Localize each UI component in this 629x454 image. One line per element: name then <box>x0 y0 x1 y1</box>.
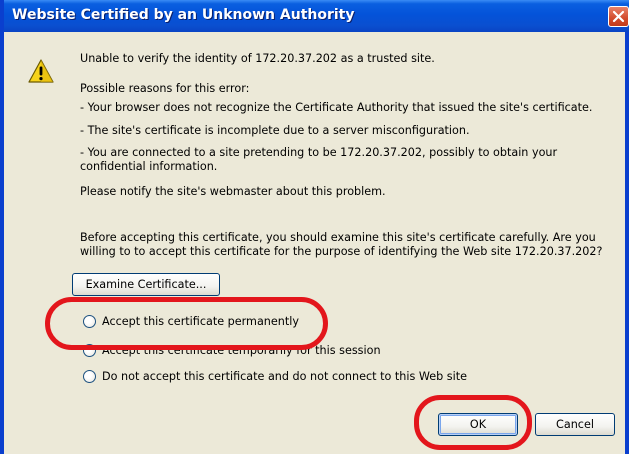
reasons-heading: Possible reasons for this error: <box>80 82 250 95</box>
option-label: Accept this certificate temporarily for … <box>102 343 381 357</box>
certificate-dialog: Website Certified by an Unknown Authorit… <box>0 0 629 454</box>
intro-text: Unable to verify the identity of 172.20.… <box>80 52 435 65</box>
warning-triangle-icon <box>28 59 54 83</box>
reason-1: - Your browser does not recognize the Ce… <box>80 101 593 114</box>
dialog-title: Website Certified by an Unknown Authorit… <box>12 7 355 23</box>
option-accept-permanently[interactable]: Accept this certificate permanently <box>83 313 299 329</box>
close-button[interactable] <box>608 6 629 27</box>
examine-certificate-button[interactable]: Examine Certificate... <box>72 273 220 296</box>
cancel-button[interactable]: Cancel <box>535 413 615 436</box>
radio-button[interactable] <box>83 369 96 383</box>
question-line-2: willing to to accept this certificate fo… <box>80 245 603 258</box>
reason-3-line-1: - You are connected to a site pretending… <box>80 146 558 159</box>
title-bar[interactable]: Website Certified by an Unknown Authorit… <box>4 0 629 32</box>
option-label: Accept this certificate permanently <box>102 314 299 328</box>
option-do-not-accept[interactable]: Do not accept this certificate and do no… <box>83 368 467 384</box>
radio-button[interactable] <box>83 314 96 328</box>
reason-3-line-2: confidential information. <box>80 160 218 173</box>
notify-text: Please notify the site's webmaster about… <box>80 185 386 198</box>
close-icon <box>612 10 625 23</box>
radio-button[interactable] <box>83 343 96 357</box>
option-accept-temporarily[interactable]: Accept this certificate temporarily for … <box>83 342 381 358</box>
question-line-1: Before accepting this certificate, you s… <box>80 231 596 244</box>
option-label: Do not accept this certificate and do no… <box>102 369 468 383</box>
ok-button[interactable]: OK <box>438 413 518 436</box>
reason-2: - The site's certificate is incomplete d… <box>80 124 470 137</box>
